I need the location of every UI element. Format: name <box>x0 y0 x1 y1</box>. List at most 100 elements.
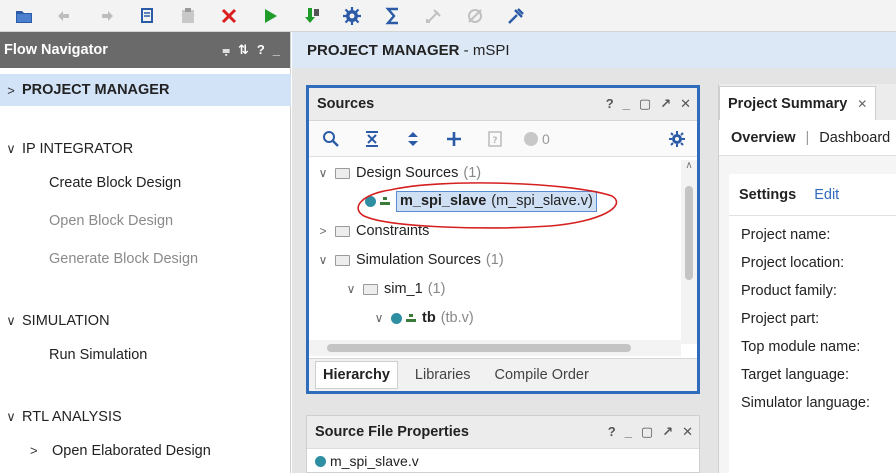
selected-module[interactable]: m_spi_slave (m_spi_slave.v) <box>396 190 597 212</box>
debug-icon[interactable] <box>502 3 530 29</box>
maximize-icon[interactable]: ▢ <box>639 96 651 112</box>
copy-icon[interactable] <box>133 3 161 29</box>
sources-toolbar: ? 0 <box>309 121 697 157</box>
chevron-down-icon[interactable]: ∨ <box>315 166 331 180</box>
page-title-project: - mSPI <box>459 41 510 59</box>
tree-row-top-module[interactable]: m_spi_slave (m_spi_slave.v) <box>365 190 597 212</box>
generate-block-design-link[interactable]: Generate Block Design <box>49 251 198 267</box>
open-elaborated-design-label: Open Elaborated Design <box>52 443 211 459</box>
source-file-properties-header: Source File Properties ? _ ▢ ↗ ✕ <box>307 416 699 449</box>
tree-label: sim_1 <box>384 281 423 297</box>
folder-icon <box>363 283 378 295</box>
open-project-icon[interactable] <box>10 3 38 29</box>
project-summary-panel: Project Summary ✕ Overview | Dashboard S… <box>718 84 896 473</box>
scrollbar-thumb[interactable] <box>327 344 631 352</box>
sort-icon[interactable]: ⇅ <box>238 42 249 58</box>
tree-label: tb <box>422 310 436 326</box>
edit-settings-link[interactable]: Edit <box>814 187 839 203</box>
create-block-design-link[interactable]: Create Block Design <box>49 175 181 191</box>
project-summary-body: Settings Edit Project name: Project loca… <box>729 174 896 473</box>
gear-icon[interactable] <box>665 127 689 151</box>
tab-overview[interactable]: Overview <box>731 130 796 146</box>
help-icon[interactable]: ? <box>606 96 614 112</box>
add-sources-icon[interactable] <box>442 127 466 151</box>
run-simulation-link[interactable]: Run Simulation <box>49 347 147 363</box>
section-simulation[interactable]: ∨ SIMULATION <box>0 310 291 332</box>
help-icon[interactable]: ? <box>257 42 265 58</box>
field-project-location: Project location: <box>741 255 845 271</box>
tab-label: Project Summary <box>728 95 848 112</box>
open-elaborated-design-link[interactable]: > Open Elaborated Design <box>30 443 211 459</box>
error-count: 0 <box>542 130 550 147</box>
section-ip-integrator[interactable]: ∨ IP INTEGRATOR <box>0 138 291 160</box>
tree-row-design-sources[interactable]: ∨ Design Sources (1) <box>315 162 482 184</box>
section-label: SIMULATION <box>22 313 110 329</box>
section-project-manager[interactable]: > PROJECT MANAGER <box>0 74 291 106</box>
minimize-icon[interactable]: _ <box>273 42 280 58</box>
scroll-up-icon[interactable]: ∧ <box>681 160 697 171</box>
field-target-language: Target language: <box>741 367 850 383</box>
field-project-part: Project part: <box>741 311 820 327</box>
page-title: PROJECT MANAGER - mSPI <box>292 32 896 68</box>
tree-row-constraints[interactable]: > Constraints <box>315 220 429 242</box>
tree-file: (tb.v) <box>440 310 474 326</box>
close-icon[interactable]: ✕ <box>857 97 867 111</box>
float-icon[interactable]: ↗ <box>662 424 673 440</box>
help-icon[interactable]: ? <box>608 424 616 440</box>
source-file-properties-title: Source File Properties <box>315 424 469 440</box>
auto-connect-icon[interactable] <box>420 3 448 29</box>
source-status-icon <box>391 312 402 324</box>
tree-row-tb[interactable]: ∨ tb (tb.v) <box>371 307 474 329</box>
search-icon[interactable] <box>319 127 343 151</box>
divider: | <box>805 129 810 146</box>
status-dot-icon <box>524 131 538 146</box>
collapse-all-icon[interactable] <box>360 127 384 151</box>
tab-hierarchy[interactable]: Hierarchy <box>315 361 398 389</box>
sources-tree: ∨ Design Sources (1) m_spi_slave (m_spi_… <box>309 160 681 340</box>
tree-count: (1) <box>485 252 504 268</box>
run-icon[interactable] <box>256 3 284 29</box>
hierarchy-icon <box>406 313 416 323</box>
page-title-bold: PROJECT MANAGER <box>307 41 460 59</box>
main-toolbar <box>0 0 896 32</box>
folder-icon <box>335 225 350 237</box>
tab-compile-order[interactable]: Compile Order <box>488 362 596 388</box>
collapse-all-icon[interactable]: ⩦ <box>222 42 230 58</box>
vertical-scrollbar[interactable]: ∧ <box>681 160 697 344</box>
chevron-down-icon[interactable]: ∨ <box>343 282 359 296</box>
source-file-properties-panel: Source File Properties ? _ ▢ ↗ ✕ m_spi_s… <box>306 415 700 473</box>
section-rtl-analysis[interactable]: ∨ RTL ANALYSIS <box>0 406 291 428</box>
paste-icon[interactable] <box>174 3 202 29</box>
tree-row-sim-1[interactable]: ∨ sim_1 (1) <box>343 278 446 300</box>
tab-libraries[interactable]: Libraries <box>408 362 478 388</box>
tab-dashboard[interactable]: Dashboard <box>819 130 890 146</box>
tree-label: Simulation Sources <box>356 252 481 268</box>
sigma-icon[interactable] <box>379 3 407 29</box>
settings-label: Settings <box>739 186 797 203</box>
float-icon[interactable]: ↗ <box>660 96 671 112</box>
tree-row-simulation-sources[interactable]: ∨ Simulation Sources (1) <box>315 249 504 271</box>
expand-all-icon[interactable] <box>401 127 425 151</box>
program-icon[interactable] <box>297 3 325 29</box>
maximize-icon[interactable]: ▢ <box>641 424 653 440</box>
minimize-icon[interactable]: _ <box>623 96 630 112</box>
undo-icon[interactable] <box>51 3 79 29</box>
tab-project-summary[interactable]: Project Summary ✕ <box>719 86 877 120</box>
delete-icon[interactable] <box>215 3 243 29</box>
chevron-down-icon[interactable]: ∨ <box>315 253 331 267</box>
minimize-icon[interactable]: _ <box>625 424 632 440</box>
open-block-design-link[interactable]: Open Block Design <box>49 213 173 229</box>
close-icon[interactable]: ✕ <box>682 424 693 440</box>
disconnect-icon[interactable] <box>461 3 489 29</box>
tree-label: Design Sources <box>356 165 459 181</box>
chevron-right-icon[interactable]: > <box>315 224 331 238</box>
chevron-down-icon[interactable]: ∨ <box>371 311 387 325</box>
sources-panel: Sources ? _ ▢ ↗ ✕ ? 0 ∨ Design Sources (… <box>306 85 700 394</box>
horizontal-scrollbar[interactable] <box>309 340 681 356</box>
redo-icon[interactable] <box>92 3 120 29</box>
tree-count: (1) <box>463 165 482 181</box>
close-icon[interactable]: ✕ <box>680 96 691 112</box>
unknown-file-icon[interactable]: ? <box>483 127 507 151</box>
scrollbar-thumb[interactable] <box>685 186 693 280</box>
settings-icon[interactable] <box>338 3 366 29</box>
